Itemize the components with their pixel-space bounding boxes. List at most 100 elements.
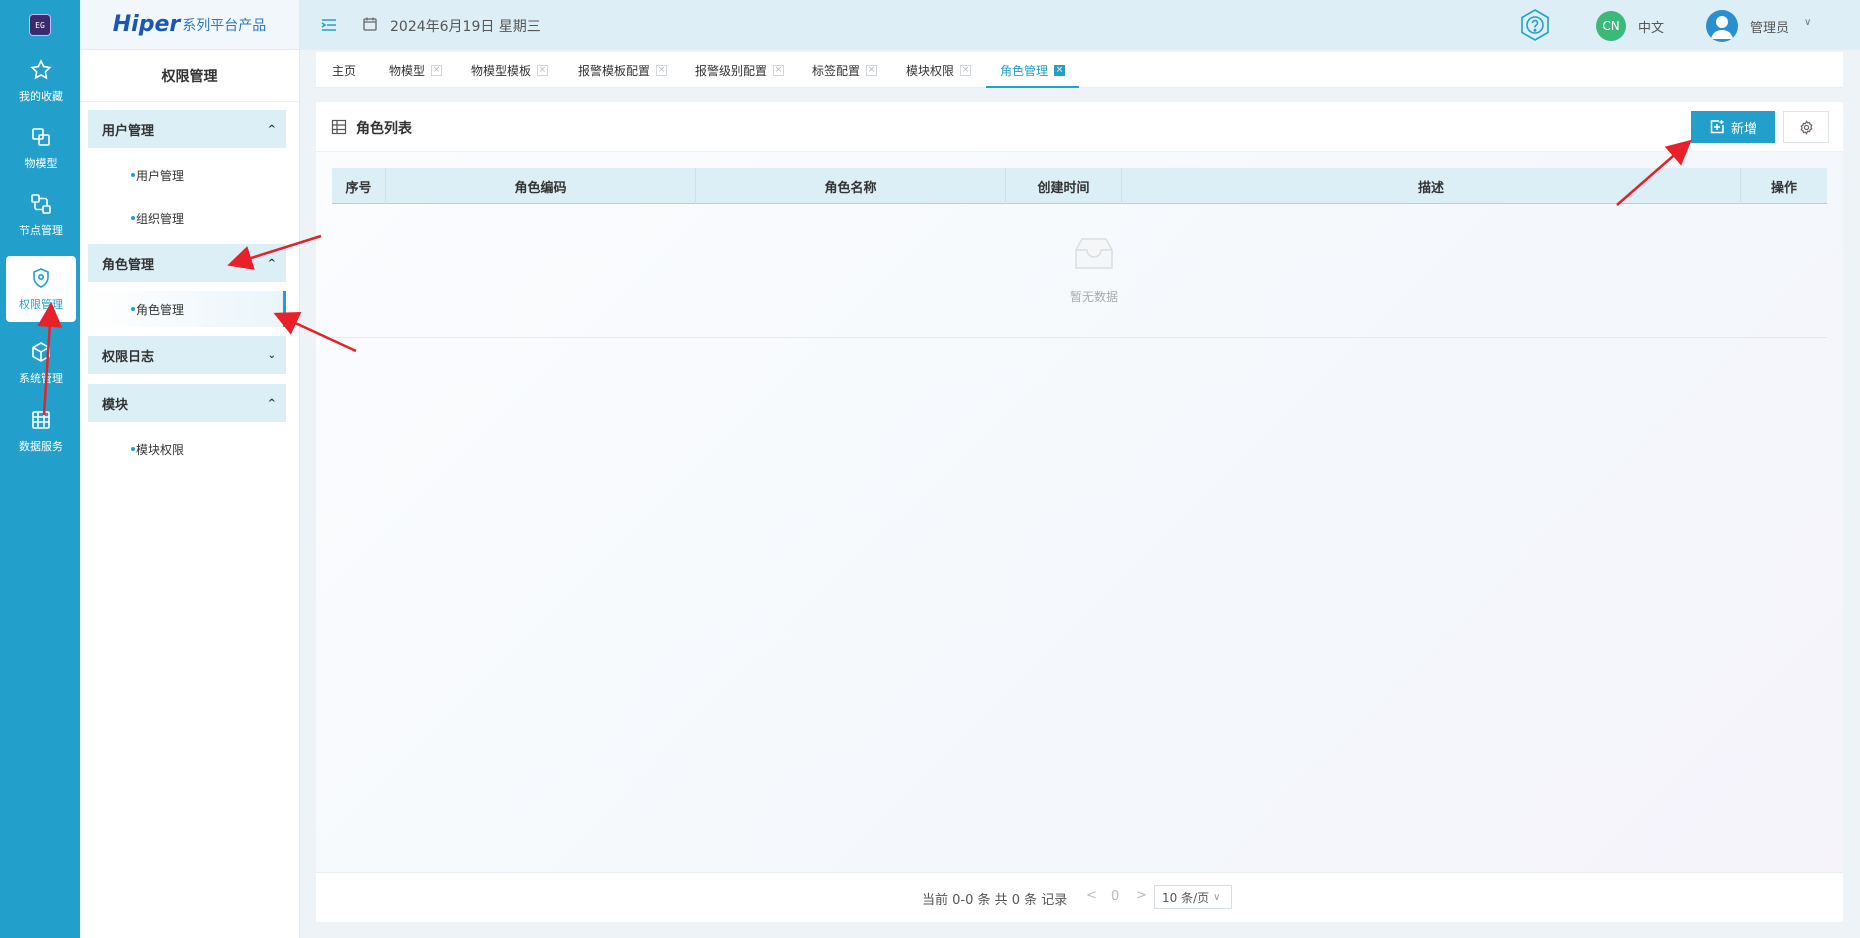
empty-inbox-icon [1075,238,1113,269]
tab-module-permissions[interactable]: 模块权限 × [906,52,972,88]
column-header-role-code[interactable]: 角色编码 [386,168,696,204]
data-icon [32,411,50,429]
chevron-up-icon: ^ [267,123,276,135]
tab-label: 主页 [332,63,357,78]
close-icon[interactable]: × [431,64,443,76]
chevron-down-icon: ∨ [1213,891,1221,903]
tab-thing-model[interactable]: 物模型 × [389,52,443,88]
table-header: 序号 角色编码 角色名称 创建时间 描述 操作 [332,168,1827,204]
current-date: 2024年6月19日 星期三 [390,19,541,35]
panel-header: 角色列表 新增 [316,102,1843,152]
tab-label: 物模型模板 [471,63,532,78]
menu-group-label: 用户管理 [102,123,155,139]
chevron-right-icon[interactable]: > [1136,888,1147,903]
language-selector[interactable]: 中文 [1638,17,1664,36]
brand-tagline: 系列平台产品 [182,17,267,34]
tab-alarm-level-config[interactable]: 报警级别配置 × [695,52,785,88]
menu-item-org-management[interactable]: 组织管理 [88,200,286,236]
tab-thing-model-template[interactable]: 物模型模板 × [471,52,549,88]
pagination: 当前 0-0 条 共 0 条 记录 < 0 > 10 条/页 ∨ [316,872,1843,922]
menu-item-role-management[interactable]: 角色管理 [88,291,286,327]
menu-item-label: 角色管理 [136,302,185,317]
cube-icon [32,342,50,362]
close-icon[interactable]: × [1054,64,1066,76]
column-header-actions[interactable]: 操作 [1741,168,1827,204]
node-icon [31,194,51,214]
column-header-index[interactable]: 序号 [332,168,386,204]
tab-label: 报警级别配置 [695,63,768,78]
close-icon[interactable]: × [866,64,878,76]
star-icon [30,59,52,80]
tab-label: 角色管理 [1000,63,1049,78]
rail-item-favorites[interactable]: 我的收藏 [6,48,76,114]
column-header-description[interactable]: 描述 [1122,168,1741,204]
pagination-summary: 当前 0-0 条 共 0 条 记录 [922,893,1068,908]
rail-item-label: 我的收藏 [19,90,63,103]
tab-alarm-template-config[interactable]: 报警模板配置 × [578,52,668,88]
menu-group-label: 角色管理 [102,257,155,273]
close-icon[interactable]: × [656,64,668,76]
brand-logo[interactable]: Hiper 系列平台产品 [80,0,299,50]
add-role-button[interactable]: 新增 [1691,111,1775,143]
rail-item-label: 数据服务 [19,440,63,453]
menu-group-label: 模块 [102,397,129,413]
page-size-select[interactable]: 10 条/页 ∨ [1154,885,1232,909]
table-icon [331,119,347,135]
tab-label: 报警模板配置 [578,63,651,78]
column-header-created-time[interactable]: 创建时间 [1006,168,1122,204]
rail-item-label: 系统管理 [19,372,63,385]
tab-bar: 主页 物模型 × 物模型模板 × 报警模板配置 × 报警级别配置 × 标签配置 × 模块权… [316,52,1843,88]
rail-item-label: 节点管理 [19,224,63,237]
tab-label: 模块权限 [906,63,955,78]
add-icon [1710,120,1724,134]
close-icon[interactable]: × [960,64,972,76]
icon-rail: EG 我的收藏 物模型 节点管理 权限管理 系统管理 数据服务 [0,0,80,938]
top-header: 2024年6月19日 星期三 CN 中文 管理员 ∨ [300,0,1860,50]
menu-group-role-management[interactable]: 角色管理 ^ [88,244,286,282]
chevron-down-icon[interactable]: ∨ [1804,17,1811,28]
tab-role-management[interactable]: 角色管理 × [985,52,1080,88]
tab-tag-config[interactable]: 标签配置 × [812,52,878,88]
rail-item-permissions[interactable]: 权限管理 [6,256,76,322]
menu-item-module-permissions[interactable]: 模块权限 [88,431,286,467]
page-number[interactable]: 0 [1111,889,1119,904]
menu-toggle-icon[interactable] [320,16,338,34]
calendar-icon [363,17,377,31]
rail-item-label: 权限管理 [19,298,63,311]
table-empty-state: 暂无数据 [332,204,1827,338]
app-logo[interactable]: EG [0,0,80,50]
avatar[interactable] [1706,10,1738,42]
rail-item-system[interactable]: 系统管理 [6,330,76,396]
language-badge[interactable]: CN [1596,11,1626,41]
empty-text: 暂无数据 [1069,290,1118,304]
column-header-role-name[interactable]: 角色名称 [696,168,1006,204]
menu-item-label: 组织管理 [136,211,185,226]
menu-group-permission-log[interactable]: 权限日志 ⌄ [88,336,286,374]
brand-name: Hiper [112,12,181,37]
menu-group-module[interactable]: 模块 ^ [88,384,286,422]
role-list-panel: 角色列表 新增 序号 角色编码 角色名称 创建时间 描述 操作 暂无数据 当前 … [316,102,1843,922]
gear-icon [1799,119,1813,135]
menu-item-user-management[interactable]: 用户管理 [88,157,286,193]
help-icon[interactable] [1518,8,1552,42]
tab-label: 物模型 [389,63,426,78]
chevron-up-icon: ^ [267,397,276,409]
rail-item-nodes[interactable]: 节点管理 [6,182,76,248]
menu-item-label: 模块权限 [136,442,185,457]
chevron-left-icon[interactable]: < [1086,888,1097,903]
rail-item-label: 物模型 [24,157,58,170]
page-size-value: 10 条/页 [1162,890,1210,905]
tab-home[interactable]: 主页 [332,52,356,88]
close-icon[interactable]: × [773,64,785,76]
module-title: 权限管理 [80,50,299,102]
menu-item-label: 用户管理 [136,168,185,183]
close-icon[interactable]: × [537,64,549,76]
rail-item-model[interactable]: 物模型 [6,115,76,181]
rail-item-data[interactable]: 数据服务 [6,398,76,464]
settings-button[interactable] [1783,111,1829,143]
add-role-label: 新增 [1730,120,1757,136]
menu-group-user-management[interactable]: 用户管理 ^ [88,110,286,148]
menu-group-label: 权限日志 [102,349,155,365]
user-name[interactable]: 管理员 [1750,17,1789,36]
app-logo-icon: EG [29,14,51,36]
